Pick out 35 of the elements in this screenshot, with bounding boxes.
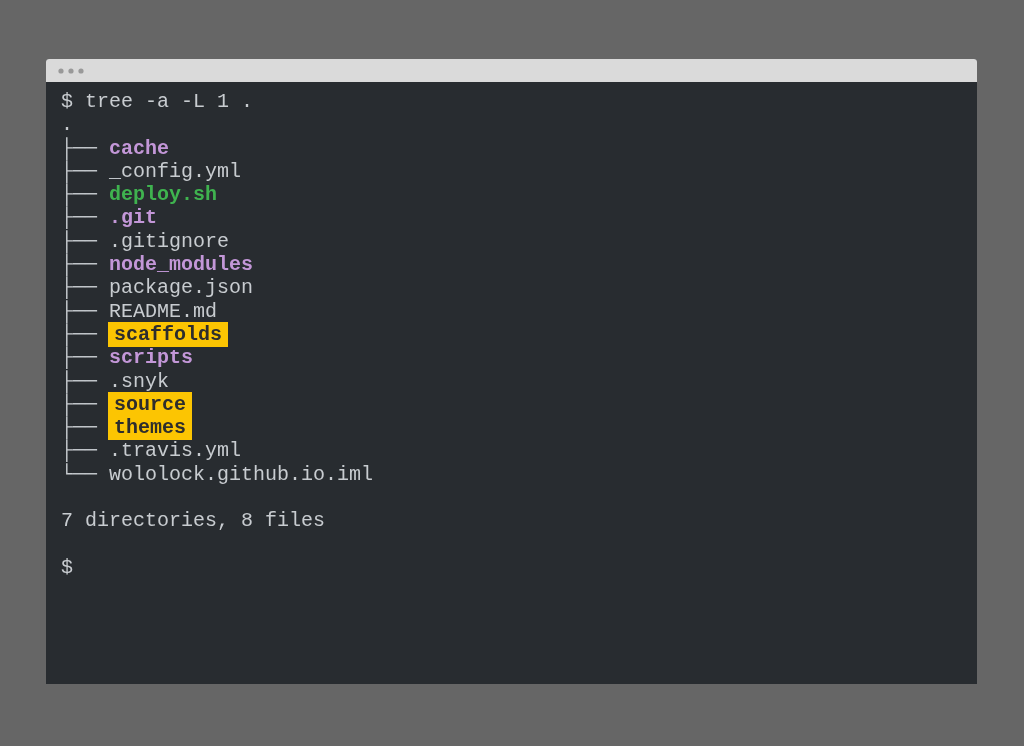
tree-entry: package.json — [109, 276, 254, 300]
tree-branch: ├── — [61, 159, 97, 183]
tree-entry: .snyk — [109, 369, 170, 393]
tree-entry: deploy.sh — [109, 183, 218, 207]
tree-entry: source — [109, 392, 192, 417]
tree-entry: wololock.github.io.iml — [109, 462, 374, 487]
tree-branch: ├── — [61, 322, 97, 346]
tree-entry: README.md — [109, 299, 218, 323]
tree-branch: ├── — [61, 276, 97, 300]
tree-branch: ├── — [61, 392, 97, 416]
tree-branch: ├── — [61, 369, 97, 393]
tree-entry: .travis.yml — [109, 439, 242, 463]
command-line: $ tree -a -L 1 . — [61, 90, 254, 114]
summary-text: 7 directories, 8 files — [61, 509, 326, 533]
tree-entry: .gitignore — [109, 229, 230, 254]
tree-branch: ├── — [61, 136, 97, 160]
tree-branch: ├── — [61, 299, 97, 323]
tree-branch: ├── — [61, 416, 97, 440]
tree-entry: node_modules — [109, 253, 254, 277]
tree-branch: └── — [61, 462, 97, 487]
tree-entry: .git — [109, 206, 158, 230]
tree-root: . — [61, 113, 73, 137]
tree-branch: ├── — [61, 183, 97, 207]
prompt: $ — [61, 555, 73, 580]
tree-branch: ├── — [61, 346, 97, 370]
tree-branch: ├── — [61, 206, 97, 230]
tree-entry: cache — [109, 136, 170, 160]
tree-branch: ├── — [61, 439, 97, 463]
tree-branch: ├── — [61, 229, 97, 253]
tree-entry: scaffolds — [109, 322, 228, 347]
tree-entry: themes — [109, 416, 192, 440]
tree-entry: scripts — [109, 346, 194, 370]
tree-branch: ├── — [61, 253, 97, 277]
tree-entry: _config.yml — [109, 159, 242, 184]
window-dots-icon — [58, 67, 84, 74]
